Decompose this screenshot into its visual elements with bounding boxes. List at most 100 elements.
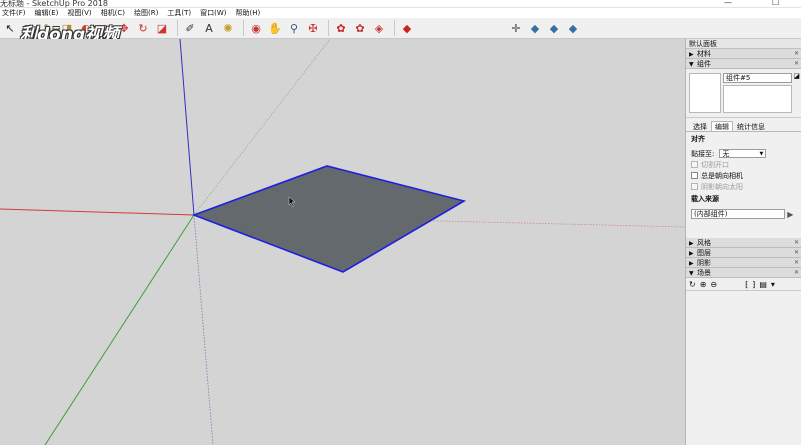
component-description-field[interactable] <box>723 85 792 113</box>
menu-file[interactable]: 文件(F) <box>2 8 26 18</box>
zoom-extents-icon[interactable]: ✠ <box>305 20 321 36</box>
title-bar: 无标题 - SketchUp Pro 2018 — ☐ <box>0 0 801 8</box>
main-toolbar: ↖ ◩ ✎ ◨ ◐ ◍ ✥ ↻ ◪ ✐ A ✺ ◉ ✋ ⚲ ✠ ✿ ✿ ◈ ◆ … <box>0 18 801 39</box>
pan-icon[interactable]: ✋ <box>267 20 283 36</box>
extension-manager-icon[interactable]: ◆ <box>399 20 415 36</box>
toolbar-separator <box>177 20 178 36</box>
menu-edit[interactable]: 编辑(E) <box>35 8 59 18</box>
select-arrow-icon[interactable]: ↖ <box>2 20 18 36</box>
tape-measure-icon[interactable]: ✐ <box>182 20 198 36</box>
close-icon[interactable]: ✕ <box>794 49 799 59</box>
section-styles[interactable]: ▶ 风格 ✕ <box>686 238 801 248</box>
menu-bar: 文件(F) 编辑(E) 视图(V) 相机(C) 绘图(R) 工具(T) 窗口(W… <box>0 8 801 18</box>
glue-to-label: 黏接至: <box>691 149 715 158</box>
component-name-field[interactable]: 组件#5 <box>723 73 792 83</box>
menu-camera[interactable]: 相机(C) <box>101 8 125 18</box>
share-model-icon[interactable]: ◈ <box>371 20 387 36</box>
component-info-area: 组件#5 ◪ <box>686 69 801 118</box>
scene-view-options-icon[interactable]: ▤ <box>759 278 767 291</box>
sketchup-window: 无标题 - SketchUp Pro 2018 — ☐ 文件(F) 编辑(E) … <box>0 0 801 445</box>
component-thumbnail <box>689 73 721 113</box>
scene-details-icon[interactable]: ▾ <box>771 278 775 291</box>
refresh-scene-icon[interactable]: ↻ <box>689 278 696 291</box>
tab-statistics[interactable]: 统计信息 <box>733 121 769 131</box>
shadows-sun-label: 阴影朝向太阳 <box>701 182 743 191</box>
face-camera-label: 总是朝向相机 <box>701 171 743 180</box>
cut-opening-checkbox[interactable] <box>691 161 698 168</box>
blue-axis-dotted <box>193 214 214 445</box>
front-view-icon[interactable]: ◆ <box>565 20 581 36</box>
menu-tools[interactable]: 工具(T) <box>167 8 191 18</box>
menu-draw[interactable]: 绘图(R) <box>134 8 158 18</box>
paint-bucket-icon[interactable]: ✺ <box>220 20 236 36</box>
scene-toolbar: ↻ ⊕ ⊖ ⁅ ⁆ ▤ ▾ <box>686 278 801 291</box>
load-from-heading: 载入来源 <box>691 195 719 203</box>
collapse-down-icon: ▼ <box>689 270 694 277</box>
section-label: 场景 <box>697 269 711 277</box>
text-icon[interactable]: A <box>201 20 217 36</box>
section-label: 图层 <box>697 249 711 257</box>
edit-tab-body: 对齐 黏接至: 无 ▼ 切割开口 总是朝向相机 阴影朝向太阳 载入来源 (内部组… <box>686 131 801 238</box>
close-icon[interactable]: ✕ <box>794 258 799 268</box>
section-label: 阴影 <box>697 259 711 267</box>
section-label: 组件 <box>697 60 711 68</box>
section-label: 材料 <box>697 50 711 58</box>
extension-warehouse-icon[interactable]: ✿ <box>352 20 368 36</box>
menu-window[interactable]: 窗口(W) <box>200 8 226 18</box>
orbit-icon[interactable]: ◉ <box>248 20 264 36</box>
scene-canvas[interactable] <box>0 39 685 445</box>
tab-select[interactable]: 选择 <box>689 121 711 131</box>
move-scene-up-icon[interactable]: ⁅ <box>745 278 748 291</box>
tab-edit[interactable]: 编辑 <box>711 121 733 131</box>
scale-icon[interactable]: ◪ <box>154 20 170 36</box>
zoom-icon[interactable]: ⚲ <box>286 20 302 36</box>
section-scenes[interactable]: ▼ 场景 ✕ <box>686 268 801 278</box>
section-components[interactable]: ▼ 组件 ✕ <box>686 59 801 69</box>
face-camera-checkbox[interactable] <box>691 172 698 179</box>
component-tabs: 选择 编辑 统计信息 <box>686 121 801 131</box>
section-materials[interactable]: ▶ 材料 ✕ <box>686 49 801 59</box>
remove-scene-icon[interactable]: ⊖ <box>710 278 717 291</box>
blue-axis-line <box>179 39 195 216</box>
section-shadows[interactable]: ▶ 阴影 ✕ <box>686 258 801 268</box>
chevron-down-icon: ▼ <box>759 151 764 157</box>
load-from-button[interactable]: ▶ <box>787 210 796 219</box>
panel-title: 默认面板 <box>686 39 801 49</box>
menu-help[interactable]: 帮助(H) <box>235 8 260 18</box>
load-from-field[interactable]: (内部组件) <box>691 209 786 219</box>
selected-face[interactable] <box>191 165 467 273</box>
component-details-icon[interactable]: ◪ <box>793 72 800 80</box>
cut-opening-row: 切割开口 <box>691 159 796 170</box>
glue-to-dropdown[interactable]: 无 ▼ <box>719 149 767 158</box>
load-from-row: (内部组件) ▶ <box>691 209 796 219</box>
maximize-button[interactable]: ☐ <box>772 0 779 7</box>
axes-icon[interactable]: ✛ <box>508 20 524 36</box>
toolbar-separator <box>243 20 244 36</box>
default-tray-panel: 默认面板 ▶ 材料 ✕ ▼ 组件 ✕ 组件#5 ◪ 选择 编辑 统计信息 对齐 黏接… <box>685 39 801 445</box>
face-camera-row: 总是朝向相机 <box>691 170 796 181</box>
shadows-sun-checkbox[interactable] <box>691 183 698 190</box>
close-icon[interactable]: ✕ <box>794 238 799 248</box>
close-icon[interactable]: ✕ <box>794 268 799 278</box>
top-view-icon[interactable]: ◆ <box>546 20 562 36</box>
iso-view-icon[interactable]: ◆ <box>527 20 543 36</box>
warehouse-icon[interactable]: ✿ <box>333 20 349 36</box>
move-scene-down-icon[interactable]: ⁆ <box>752 278 755 291</box>
section-layers[interactable]: ▶ 图层 ✕ <box>686 248 801 258</box>
drawing-viewport[interactable] <box>0 39 685 445</box>
red-axis-line <box>0 208 195 216</box>
minimize-button[interactable]: — <box>724 0 732 7</box>
green-axis-line <box>44 214 195 445</box>
cut-opening-label: 切割开口 <box>701 160 729 169</box>
align-heading: 对齐 <box>691 135 705 143</box>
close-icon[interactable]: ✕ <box>794 248 799 258</box>
shadows-sun-row: 阴影朝向太阳 <box>691 181 796 192</box>
glue-to-row: 黏接至: 无 ▼ <box>691 148 796 159</box>
section-label: 风格 <box>697 239 711 247</box>
toolbar-separator <box>328 20 329 36</box>
glue-to-value: 无 <box>722 150 730 158</box>
close-icon[interactable]: ✕ <box>794 59 799 69</box>
add-scene-icon[interactable]: ⊕ <box>700 278 707 291</box>
rotate-icon[interactable]: ↻ <box>135 20 151 36</box>
menu-view[interactable]: 视图(V) <box>67 8 91 18</box>
